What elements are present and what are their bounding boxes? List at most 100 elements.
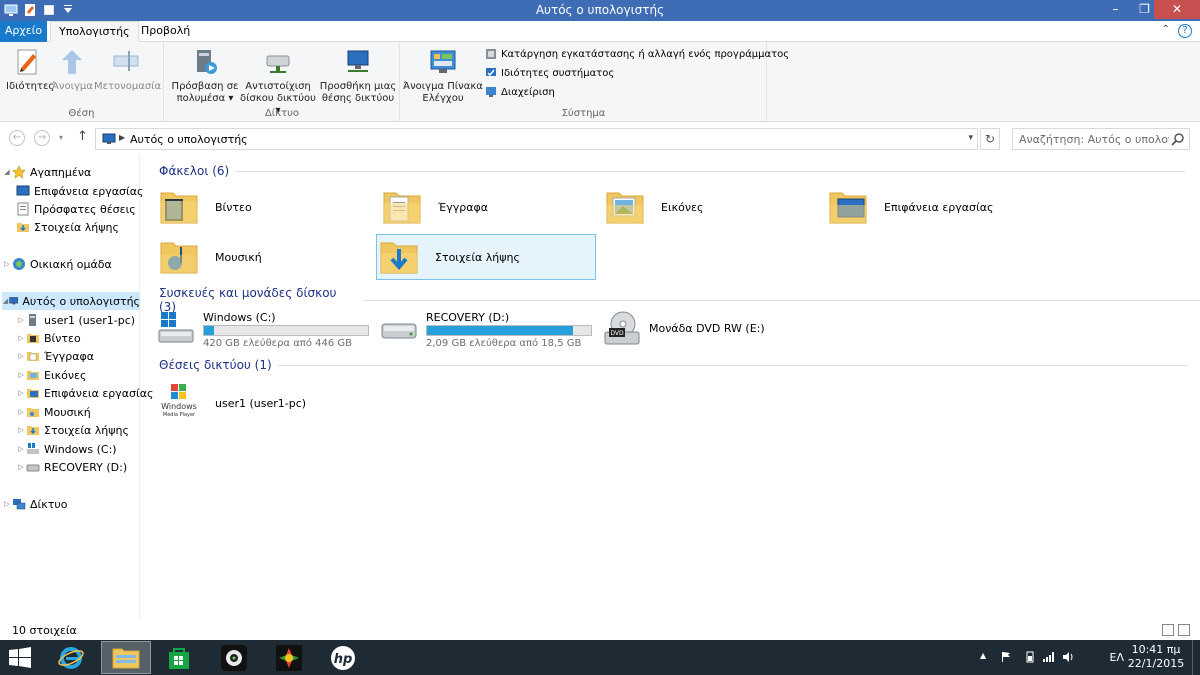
taskbar-photo-app[interactable] [264, 641, 314, 674]
up-button[interactable]: ↑ [77, 129, 88, 144]
taskbar-file-explorer[interactable] [101, 641, 151, 674]
nav-desktop[interactable]: ▷ Επιφάνεια εργασίας [16, 384, 153, 402]
properties-button[interactable]: Ιδιότητες [6, 46, 54, 93]
collapse-arrow-icon[interactable]: ◢ [2, 168, 12, 176]
folder-pictures[interactable]: Εικόνες [603, 184, 823, 230]
drive-recovery-d[interactable]: RECOVERY (D:) 2,09 GB ελεύθερα από 18,5 … [380, 308, 600, 349]
hp-logo-icon: hp [331, 645, 355, 670]
folder-downloads[interactable]: Στοιχεία λήψης [376, 234, 596, 280]
address-bar[interactable]: ▶ Αυτός ο υπολογιστής ▾ [95, 128, 978, 150]
music-folder-icon [160, 242, 198, 274]
nav-downloads[interactable]: ▷ Στοιχεία λήψης [16, 421, 129, 439]
taskbar-webcam-app[interactable] [209, 641, 259, 674]
manage-button[interactable]: Διαχείριση [485, 86, 555, 98]
add-network-location-button[interactable]: Προσθήκη μιας θέσης δικτύου [319, 46, 397, 105]
expand-arrow-icon[interactable]: ▷ [16, 463, 26, 471]
map-network-drive-button[interactable]: Αντιστοίχιση δίσκου δικτύου ▾ [237, 46, 319, 117]
drive-usage-fill [204, 326, 214, 335]
minimize-button[interactable]: – [1102, 0, 1129, 19]
drive-usage-bar [426, 325, 592, 336]
access-media-button[interactable]: Πρόσβαση σε πολυμέσα ▾ [169, 46, 241, 105]
collapse-arrow-icon[interactable]: ◢ [2, 297, 9, 305]
rename-button[interactable]: Μετονομασία [94, 46, 161, 93]
nav-downloads-favorite[interactable]: Στοιχεία λήψης [16, 218, 119, 236]
refresh-button[interactable]: ↻ [980, 128, 1000, 150]
close-button[interactable]: ✕ [1154, 0, 1200, 19]
expand-arrow-icon[interactable]: ▷ [16, 445, 26, 453]
details-view-icon[interactable] [1162, 624, 1174, 636]
nav-user1-pc[interactable]: ▷ user1 (user1-pc) [16, 311, 135, 329]
expand-arrow-icon[interactable]: ▷ [16, 316, 26, 324]
taskbar-internet-explorer[interactable] [46, 641, 96, 674]
search-icon[interactable] [1171, 132, 1185, 146]
tab-file[interactable]: Αρχείο [0, 21, 47, 42]
nav-recovery-d[interactable]: ▷ RECOVERY (D:) [16, 458, 127, 476]
signal-icon[interactable] [1042, 651, 1054, 663]
view-switcher [1162, 624, 1190, 636]
expand-arrow-icon[interactable]: ▷ [2, 500, 12, 508]
pictures-folder-icon [606, 192, 644, 224]
start-button-icon[interactable] [8, 646, 32, 670]
nav-documents[interactable]: ▷ Έγγραφα [16, 347, 94, 365]
system-properties-button[interactable]: Ιδιότητες συστήματος [485, 67, 614, 79]
group-header-network-locations[interactable]: Θέσεις δικτύου (1) [159, 358, 1188, 372]
network-location-user1[interactable]: Windows Media Player user1 (user1-pc) [157, 380, 377, 426]
back-button[interactable]: ← [9, 130, 25, 146]
nav-windows-c[interactable]: ▷ Windows (C:) [16, 440, 116, 458]
expand-arrow-icon[interactable]: ▷ [16, 426, 26, 434]
nav-favorites[interactable]: ◢ Αγαπημένα [2, 163, 91, 181]
nav-music[interactable]: ▷ Μουσική [16, 403, 90, 421]
tab-computer[interactable]: Υπολογιστής [50, 21, 139, 42]
drive-dvd-e[interactable]: DVD Μονάδα DVD RW (E:) [603, 308, 823, 348]
recent-locations-icon[interactable]: ▾ [59, 133, 63, 142]
group-header-folders[interactable]: Φάκελοι (6) [159, 164, 1186, 178]
action-center-flag-icon[interactable] [1000, 651, 1012, 663]
nav-this-pc[interactable]: ◢ Αυτός ο υπολογιστής [2, 292, 140, 310]
uninstall-program-button[interactable]: Κατάργηση εγκατάστασης ή αλλαγή ενός προ… [485, 48, 789, 60]
ribbon-group-system: Άνοιγμα Πίνακα Ελέγχου Κατάργηση εγκατάσ… [401, 42, 789, 122]
taskbar-hp[interactable]: hp [318, 641, 368, 674]
open-control-panel-button[interactable]: Άνοιγμα Πίνακα Ελέγχου [403, 46, 483, 105]
expand-arrow-icon[interactable]: ▷ [16, 389, 26, 397]
nav-pictures[interactable]: ▷ Εικόνες [16, 366, 86, 384]
drive-windows-c[interactable]: Windows (C:) 420 GB ελεύθερα από 446 GB [157, 308, 377, 349]
expand-arrow-icon[interactable]: ▷ [16, 334, 26, 342]
show-hidden-icons-icon[interactable]: ▲ [980, 651, 992, 663]
folder-desktop[interactable]: Επιφάνεια εργασίας [826, 184, 1046, 230]
svg-text:Media Player: Media Player [163, 412, 196, 418]
address-dropdown-icon[interactable]: ▾ [968, 133, 973, 143]
nav-network[interactable]: ▷ Δίκτυο [2, 495, 67, 513]
status-bar: 10 στοιχεία [0, 620, 1200, 640]
folder-documents[interactable]: Έγγραφα [380, 184, 600, 230]
windows-drive-icon [27, 443, 39, 454]
nav-homegroup[interactable]: ▷ Οικιακή ομάδα [2, 255, 111, 273]
drive-free-space: 2,09 GB ελεύθερα από 18,5 GB [426, 338, 582, 349]
rename-icon [113, 51, 139, 71]
breadcrumb-current[interactable]: Αυτός ο υπολογιστής [130, 133, 248, 146]
ribbon-collapse-icon[interactable]: ⌃ [1162, 24, 1170, 35]
volume-icon[interactable] [1062, 651, 1074, 663]
folder-videos[interactable]: Βίντεο [157, 184, 377, 230]
forward-button[interactable]: → [34, 130, 50, 146]
search-box[interactable]: Αναζήτηση: Αυτός ο υπολογισ... [1012, 128, 1190, 150]
pictures-folder-icon [27, 371, 39, 380]
expand-arrow-icon[interactable]: ▷ [16, 371, 26, 379]
nav-videos[interactable]: ▷ Βίντεο [16, 329, 80, 347]
show-desktop-button[interactable] [1192, 640, 1198, 675]
expand-arrow-icon[interactable]: ▷ [16, 408, 26, 416]
battery-icon[interactable] [1024, 651, 1036, 663]
folder-music[interactable]: Μουσική [157, 234, 377, 280]
nav-desktop-favorite[interactable]: Επιφάνεια εργασίας [16, 182, 143, 200]
tab-view[interactable]: Προβολή [133, 21, 198, 42]
expand-arrow-icon[interactable]: ▷ [16, 352, 26, 360]
help-icon[interactable]: ? [1178, 24, 1192, 38]
open-button[interactable]: Άνοιγμα [52, 46, 93, 93]
nav-recent-places[interactable]: Πρόσφατες θέσεις [16, 200, 136, 218]
clock[interactable]: 10:41 πμ 22/1/2015 [1126, 643, 1186, 671]
taskbar-store[interactable] [154, 641, 204, 674]
large-icons-view-icon[interactable] [1178, 624, 1190, 636]
svg-text:Windows: Windows [161, 402, 197, 411]
expand-arrow-icon[interactable]: ▷ [2, 260, 12, 268]
breadcrumb-separator-icon[interactable]: ▶ [119, 133, 125, 142]
input-language[interactable]: ΕΛ [1110, 651, 1124, 664]
